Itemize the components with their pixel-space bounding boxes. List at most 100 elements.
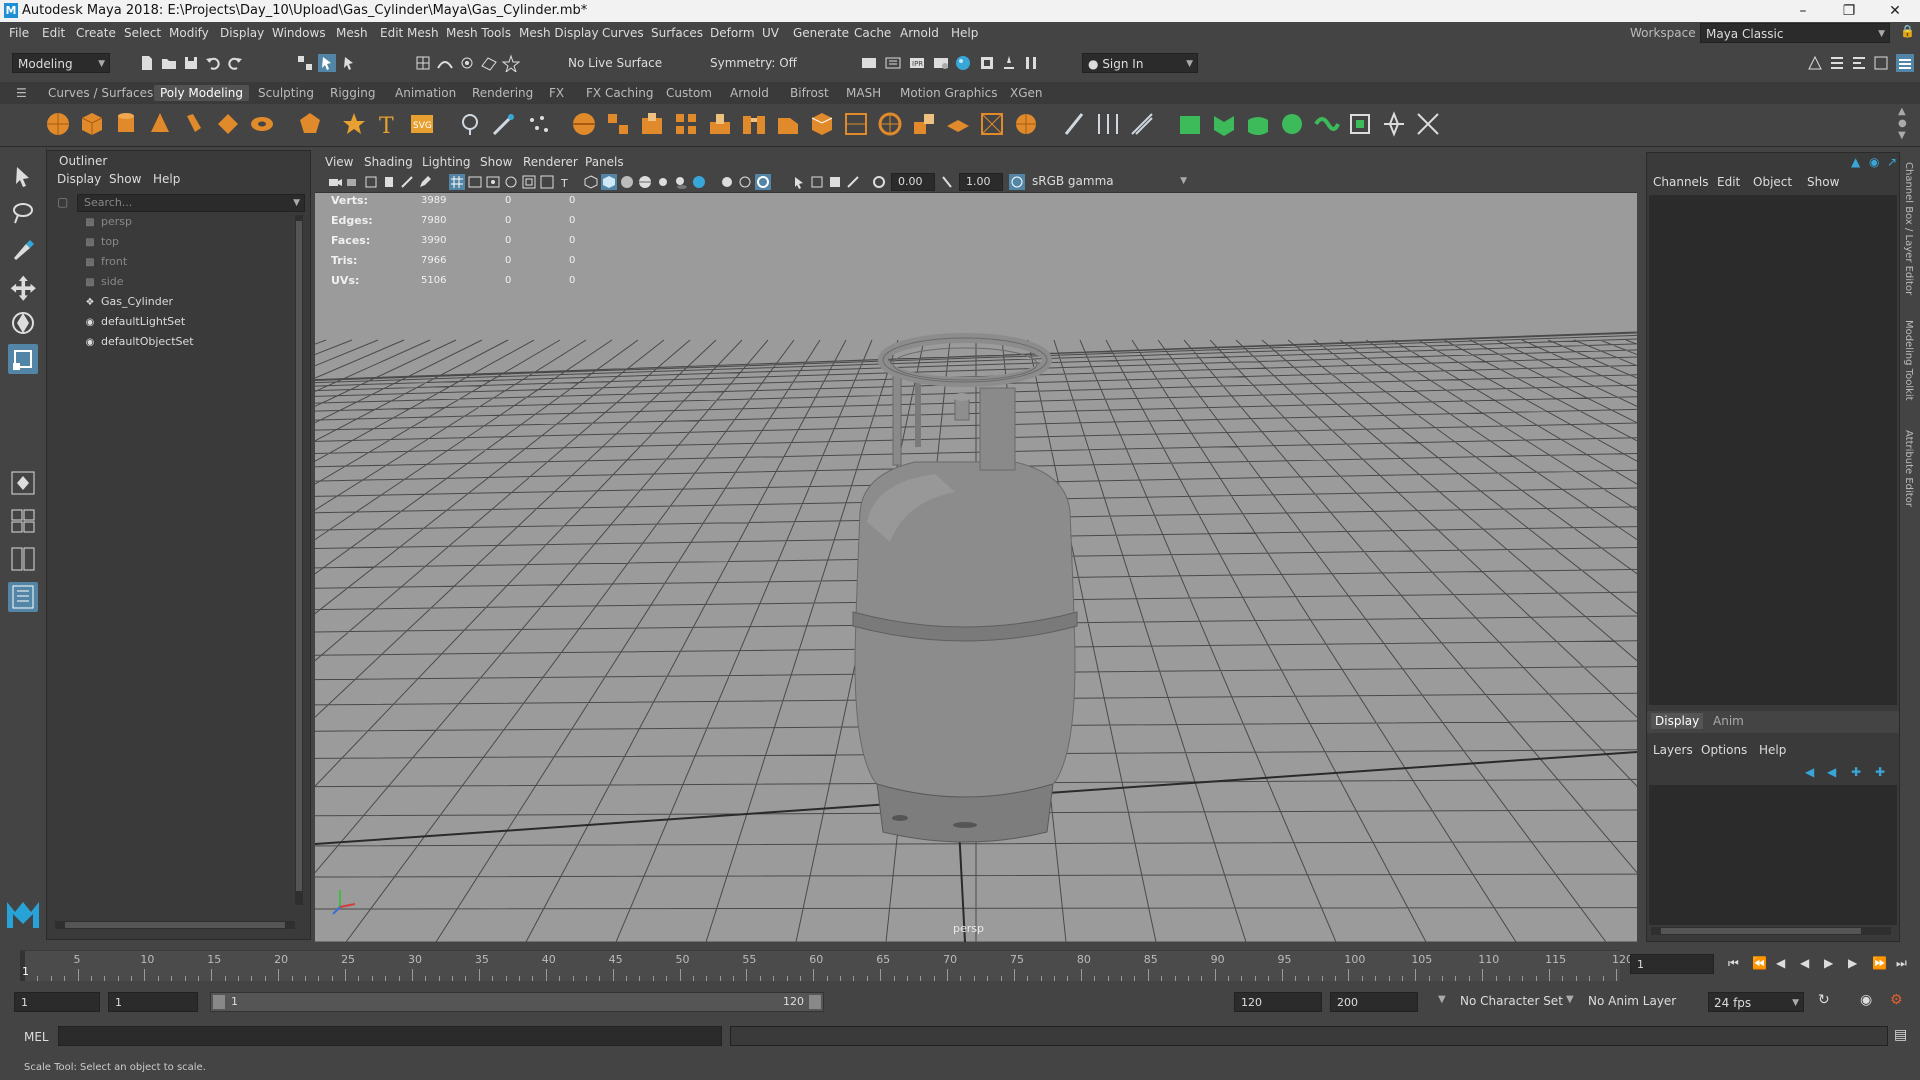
scrollbar-thumb[interactable]	[1661, 928, 1861, 934]
circularize-icon[interactable]	[1012, 110, 1040, 138]
exposure-field[interactable]: 0.00	[891, 173, 935, 191]
sew-uv-edges-icon[interactable]	[1414, 110, 1442, 138]
select-by-object-icon[interactable]	[318, 54, 336, 72]
anim-layer-label[interactable]: No Anim Layer	[1588, 994, 1676, 1008]
gate-mask-icon[interactable]	[503, 174, 519, 190]
poly-cylinder-icon[interactable]	[112, 110, 140, 138]
time-slider[interactable]: 5 10 15 20 25 30 35 40 45 50 55 60 65 70 75 80 85 90 95 100…	[0, 946, 1920, 984]
outliner-item-gas-cylinder[interactable]: ❖ Gas_Cylinder	[83, 293, 174, 311]
lock-icon[interactable]: 🔒	[1900, 24, 1915, 38]
layer-menu-layers[interactable]: Layers	[1653, 743, 1693, 757]
shelf-tab-motion-graphics[interactable]: Motion Graphics	[894, 85, 1004, 101]
render-view-icon[interactable]	[860, 54, 878, 72]
lasso-tool-icon[interactable]	[8, 198, 38, 228]
menu-windows[interactable]: Windows	[272, 26, 326, 40]
menu-arnold[interactable]: Arnold	[900, 26, 939, 40]
type-tool-icon[interactable]: T	[374, 110, 402, 138]
step-back-key-icon[interactable]: ⏪	[1752, 956, 1767, 970]
shadows-icon[interactable]	[673, 174, 689, 190]
motion-blur-icon[interactable]	[719, 174, 735, 190]
shelf-tab-curves-surfaces[interactable]: Curves / Surfaces	[42, 85, 159, 101]
image-plane-icon[interactable]	[381, 174, 397, 190]
render-settings-icon[interactable]	[932, 54, 950, 72]
move-layer-down-icon[interactable]: ◀	[1827, 765, 1836, 779]
go-to-start-icon[interactable]: ⏮	[1728, 956, 1739, 971]
menu-mesh-display[interactable]: Mesh Display	[519, 26, 599, 40]
workspace-dropdown[interactable]: Maya Classic ▼	[1700, 23, 1890, 43]
gamma-icon[interactable]	[939, 174, 955, 190]
animation-end-field[interactable]: 200	[1330, 992, 1418, 1012]
snap-to-view-plane-icon[interactable]	[480, 54, 498, 72]
grease-pencil-icon[interactable]	[417, 174, 433, 190]
open-scene-icon[interactable]	[160, 54, 178, 72]
isolate-select-icon[interactable]	[791, 174, 807, 190]
shelf-tab-arnold[interactable]: Arnold	[724, 85, 775, 101]
resolution-gate-icon[interactable]	[485, 174, 501, 190]
four-view-layout-icon[interactable]	[8, 506, 38, 536]
channel-box-menu-edit[interactable]: Edit	[1717, 175, 1740, 189]
scrollbar-thumb[interactable]	[296, 221, 302, 891]
persp-outliner-layout-icon[interactable]	[8, 544, 38, 574]
poly-disc-icon[interactable]	[248, 110, 276, 138]
outliner-vertical-scrollbar[interactable]	[295, 215, 303, 905]
select-tool-icon[interactable]	[8, 162, 38, 192]
move-tool-icon[interactable]	[8, 272, 38, 302]
command-input[interactable]	[58, 1026, 722, 1046]
edge-loop-tool-icon[interactable]	[1060, 110, 1088, 138]
step-forward-frame-icon[interactable]: ▶	[1848, 956, 1857, 970]
shelf-tab-fx-caching[interactable]: FX Caching	[580, 85, 659, 101]
viewport-menu-panels[interactable]: Panels	[585, 155, 624, 169]
channel-box-toggle-icon[interactable]	[1872, 54, 1890, 72]
channel-box-menu-object[interactable]: Object	[1753, 175, 1792, 189]
multisample-aa-icon[interactable]	[737, 174, 753, 190]
outliner-item-default-light-set[interactable]: ◉ defaultLightSet	[83, 313, 186, 331]
outliner-horizontal-scrollbar[interactable]	[55, 921, 295, 929]
menu-modify[interactable]: Modify	[169, 26, 209, 40]
layer-editor-toggle-icon[interactable]	[1896, 54, 1914, 72]
menu-edit-mesh[interactable]: Edit Mesh	[380, 26, 439, 40]
poly-torus-icon[interactable]	[180, 110, 208, 138]
snap-to-grid-icon[interactable]	[414, 54, 432, 72]
tool-settings-icon[interactable]	[1850, 54, 1868, 72]
select-camera-icon[interactable]	[327, 174, 343, 190]
menu-uv[interactable]: UV	[762, 26, 779, 40]
poly-sphere-icon[interactable]	[44, 110, 72, 138]
play-forward-icon[interactable]: ▶	[1824, 956, 1833, 970]
menu-set-dropdown[interactable]: Modeling ▼	[12, 53, 110, 73]
xray-active-components-icon[interactable]	[827, 174, 843, 190]
field-chart-icon[interactable]	[521, 174, 537, 190]
light-editor-icon[interactable]	[1000, 54, 1018, 72]
use-all-lights-icon[interactable]	[655, 174, 671, 190]
shelf-tab-custom[interactable]: Custom	[660, 85, 718, 101]
menu-surfaces[interactable]: Surfaces	[651, 26, 703, 40]
play-backward-icon[interactable]: ◀	[1800, 956, 1809, 970]
range-slider-bar[interactable]: 1 120	[210, 992, 824, 1012]
cylindrical-map-icon[interactable]	[1244, 110, 1272, 138]
platonic-solid-icon[interactable]	[296, 110, 324, 138]
new-layer-selected-icon[interactable]: ✚	[1875, 765, 1885, 779]
paint-select-tool-icon[interactable]	[8, 234, 38, 264]
time-slider-track[interactable]: 5 10 15 20 25 30 35 40 45 50 55 60 65 70 75 80 85 90 95 100…	[20, 950, 1633, 981]
automatic-map-icon[interactable]	[1312, 110, 1340, 138]
step-forward-key-icon[interactable]: ⏩	[1872, 956, 1887, 970]
side-tab-attribute-editor[interactable]: Attribute Editor	[1903, 430, 1914, 507]
viewport-menu-show[interactable]: Show	[480, 155, 512, 169]
channel-box-pin-icon[interactable]: ▲	[1851, 155, 1860, 169]
scrollbar-thumb[interactable]	[65, 922, 285, 928]
snap-to-curve-icon[interactable]	[436, 54, 454, 72]
scene-canvas[interactable]	[315, 192, 1637, 942]
combine-icon[interactable]	[570, 110, 598, 138]
go-to-end-icon[interactable]: ⏭	[1896, 956, 1907, 971]
outliner-item-top[interactable]: ▩ top	[83, 233, 119, 251]
character-set-label[interactable]: No Character Set	[1460, 994, 1563, 1008]
particle-tool-icon[interactable]	[524, 110, 552, 138]
safe-title-icon[interactable]: T	[557, 174, 573, 190]
outliner-menu-show[interactable]: Show	[109, 172, 141, 186]
menu-file[interactable]: File	[9, 26, 29, 40]
side-tab-channel-box[interactable]: Channel Box / Layer Editor	[1903, 162, 1914, 295]
wireframe-on-shaded-icon[interactable]	[619, 174, 635, 190]
script-editor-icon[interactable]: ▤	[1894, 1027, 1907, 1043]
fps-dropdown[interactable]: 24 fps ▼	[1708, 992, 1804, 1012]
shelf-menu-icon[interactable]: ☰	[16, 86, 27, 100]
multi-cut-icon[interactable]	[490, 110, 518, 138]
